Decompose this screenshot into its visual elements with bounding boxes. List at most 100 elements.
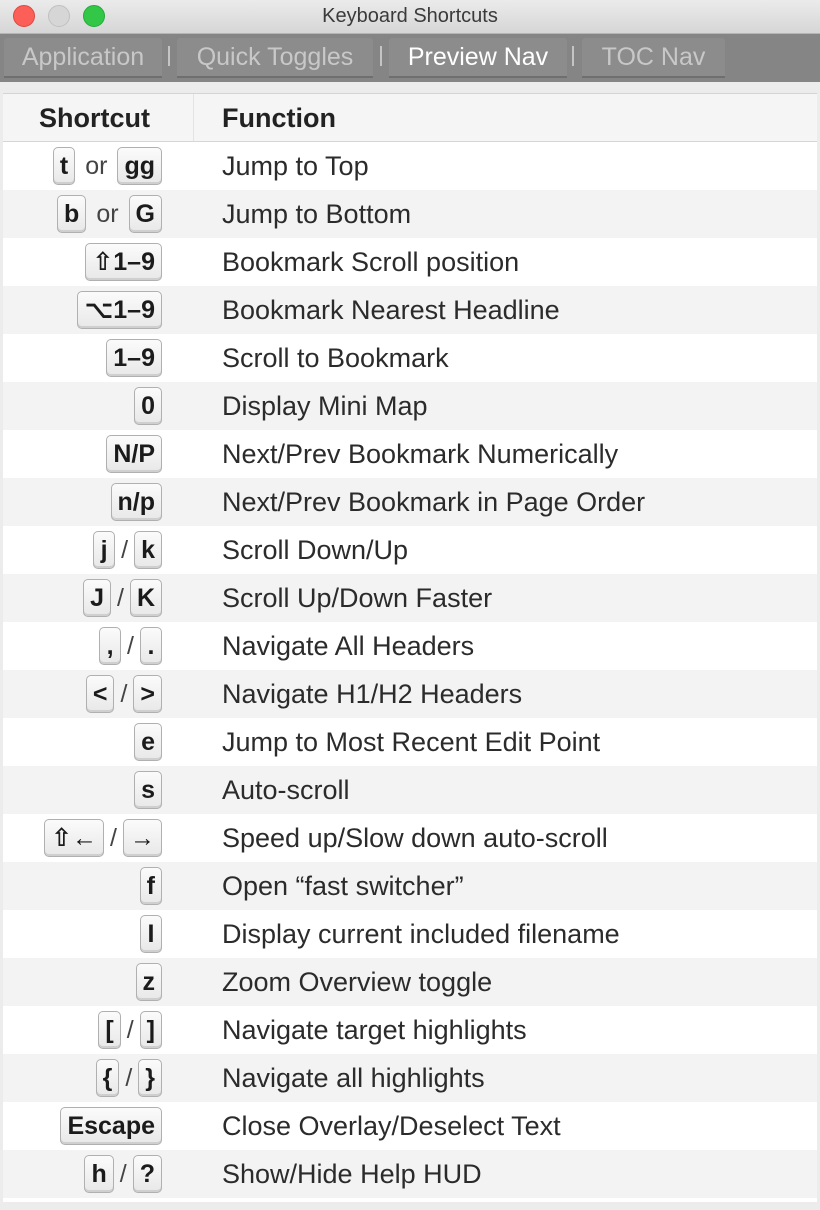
key-separator: / xyxy=(119,1159,127,1188)
table-row[interactable]: h /? Show/Hide Help HUD xyxy=(3,1150,817,1198)
table-row[interactable]: , /. Navigate All Headers xyxy=(3,622,817,670)
shortcut-cell: [/] xyxy=(98,1006,162,1054)
key-separator: / xyxy=(121,535,129,564)
key-separator: / xyxy=(120,679,128,708)
key-cap: j xyxy=(93,531,116,569)
tab-preview-nav[interactable]: Preview Nav xyxy=(389,38,567,76)
table-row[interactable]: {/} Navigate all highlights xyxy=(3,1054,817,1102)
key-cap: k xyxy=(134,531,162,569)
function-cell: Navigate target highlights xyxy=(222,1015,527,1045)
key-cap: ⇧← xyxy=(44,819,105,857)
function-cell: Bookmark Nearest Headline xyxy=(222,295,560,325)
shortcut-cell: ⌥1–9 xyxy=(77,286,162,334)
function-cell: Scroll Down/Up xyxy=(222,535,409,565)
table-row[interactable]: ⇧← / → Speed up/Slow down auto-scroll xyxy=(3,814,817,862)
key-separator: / xyxy=(127,631,134,660)
function-cell: Display current included filename xyxy=(222,919,620,949)
key-cap: Escape xyxy=(60,1107,162,1145)
table-row[interactable]: z Zoom Overview toggle xyxy=(3,958,817,1006)
title-bar[interactable]: Keyboard Shortcuts xyxy=(0,0,820,34)
tab-divider xyxy=(380,46,382,66)
key-cap: N/P xyxy=(106,435,162,473)
function-cell: Show/Hide Help HUD xyxy=(222,1159,482,1189)
table-row[interactable]: N/P Next/Prev Bookmark Numerically xyxy=(3,430,817,478)
table-header: Shortcut Function xyxy=(3,94,817,142)
function-cell: Zoom Overview toggle xyxy=(222,967,493,997)
key-cap: ? xyxy=(132,1155,162,1193)
table-row[interactable]: s Auto-scroll xyxy=(3,766,817,814)
function-cell: Close Overlay/Deselect Text xyxy=(222,1111,561,1141)
key-cap: s xyxy=(134,771,162,809)
shortcut-cell: 1–9 xyxy=(106,334,162,382)
key-cap: [ xyxy=(98,1011,121,1049)
table-row[interactable]: J / K Scroll Up/Down Faster xyxy=(3,574,817,622)
table-row[interactable]: I Display current included filename xyxy=(3,910,817,958)
shortcut-cell: 0 xyxy=(134,382,162,430)
key-cap: I xyxy=(140,915,162,953)
shortcut-cell: < / > xyxy=(85,670,162,718)
shortcut-cell: ⇧1–9 xyxy=(85,238,162,286)
key-cap: ⌥1–9 xyxy=(77,291,162,329)
key-cap: . xyxy=(140,627,162,665)
shortcut-cell: s xyxy=(134,766,162,814)
tab-quick-toggles[interactable]: Quick Toggles xyxy=(177,38,373,76)
function-cell: Bookmark Scroll position xyxy=(222,247,520,277)
table-row[interactable]: f Open “fast switcher” xyxy=(3,862,817,910)
key-cap: K xyxy=(129,579,162,617)
tab-application[interactable]: Application xyxy=(4,38,162,76)
key-cap: → xyxy=(123,819,162,857)
table-row[interactable]: n/p Next/Prev Bookmark in Page Order xyxy=(3,478,817,526)
table-row[interactable]: b or G Jump to Bottom xyxy=(3,190,817,238)
function-cell: Display Mini Map xyxy=(222,391,428,421)
shortcut-cell: t or gg xyxy=(52,142,162,190)
function-cell: Auto-scroll xyxy=(222,775,350,805)
key-cap: > xyxy=(133,675,162,713)
key-cap: e xyxy=(134,723,162,761)
table-row[interactable]: 0 Display Mini Map xyxy=(3,382,817,430)
shortcut-column-header[interactable]: Shortcut xyxy=(39,103,150,134)
shortcut-cell: {/} xyxy=(95,1054,162,1102)
key-cap: gg xyxy=(117,147,162,185)
shortcut-cell: N/P xyxy=(106,430,162,478)
function-cell: Open “fast switcher” xyxy=(222,871,464,901)
shortcut-cell: Escape xyxy=(60,1102,162,1150)
table-row[interactable]: [/] Navigate target highlights xyxy=(3,1006,817,1054)
table-row[interactable]: 1–9 Scroll to Bookmark xyxy=(3,334,817,382)
shortcut-cell: e xyxy=(134,718,162,766)
function-cell: Jump to Most Recent Edit Point xyxy=(222,727,601,757)
shortcut-cell: b or G xyxy=(57,190,162,238)
key-separator: or xyxy=(96,199,119,228)
shortcut-cell: f xyxy=(139,862,162,910)
key-cap: b xyxy=(57,195,87,233)
function-column-header[interactable]: Function xyxy=(222,103,336,134)
table-row[interactable]: ⇧1–9 Bookmark Scroll position xyxy=(3,238,817,286)
tab-bar: Application Quick Toggles Preview Nav TO… xyxy=(0,34,820,82)
function-cell: Next/Prev Bookmark in Page Order xyxy=(222,487,646,517)
table-row[interactable]: t or gg Jump to Top xyxy=(3,142,817,190)
shortcut-cell: j / k xyxy=(93,526,162,574)
shortcut-cell: h /? xyxy=(84,1150,162,1198)
key-cap: h xyxy=(84,1155,114,1193)
function-cell: Navigate H1/H2 Headers xyxy=(222,679,523,709)
function-cell: Navigate All Headers xyxy=(222,631,475,661)
key-cap: } xyxy=(138,1059,162,1097)
key-separator: or xyxy=(85,151,108,180)
function-cell: Next/Prev Bookmark Numerically xyxy=(222,439,619,469)
tab-toc-nav[interactable]: TOC Nav xyxy=(582,38,725,76)
shortcuts-table: Shortcut Function t or gg Jump to Top b or G Ju… xyxy=(3,93,817,1202)
function-cell: Speed up/Slow down auto-scroll xyxy=(222,823,608,853)
table-row[interactable]: < / > Navigate H1/H2 Headers xyxy=(3,670,817,718)
function-cell: Scroll Up/Down Faster xyxy=(222,583,493,613)
key-cap: ] xyxy=(139,1011,162,1049)
function-cell: Scroll to Bookmark xyxy=(222,343,449,373)
table-row[interactable]: j / k Scroll Down/Up xyxy=(3,526,817,574)
key-cap: ⇧1–9 xyxy=(85,243,162,281)
shortcut-cell: I xyxy=(140,910,162,958)
key-cap: n/p xyxy=(110,483,162,521)
table-row[interactable]: e Jump to Most Recent Edit Point xyxy=(3,718,817,766)
key-separator: / xyxy=(126,1015,134,1044)
table-row[interactable]: ⌥1–9 Bookmark Nearest Headline xyxy=(3,286,817,334)
table-row[interactable]: Escape Close Overlay/Deselect Text xyxy=(3,1102,817,1150)
key-separator: / xyxy=(125,1063,133,1092)
key-cap: < xyxy=(85,675,115,713)
